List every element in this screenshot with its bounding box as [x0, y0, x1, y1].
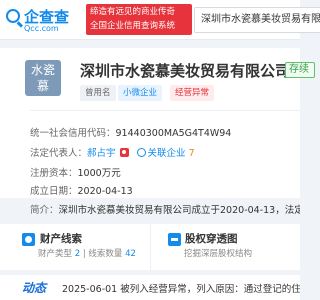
property-clues-title: 财产线索 — [40, 233, 82, 245]
tag-small-micro[interactable]: 小微企业 — [118, 85, 163, 101]
news-text[interactable]: 2025-06-01 被列入经营异常，列入原因：通过登记的住所或 — [62, 281, 300, 295]
intro-label: 简介： — [30, 205, 59, 216]
capital-row: 注册资本：1000万元 — [30, 165, 121, 179]
divider — [30, 110, 300, 111]
related-icon — [136, 148, 146, 157]
founded-value: 2020-04-13 — [77, 186, 133, 197]
credit-code-row: 统一社会信用代码：91440300MA5G4T4W94 — [30, 125, 231, 139]
site-logo[interactable]: 企查查 Qcc.com — [6, 7, 69, 35]
top-bar: 企查查 Qcc.com 缔造有远见的商业传奇 全国企业信用查询系统 深圳市水瓷慕… — [0, 0, 320, 40]
search-logo-icon — [6, 9, 20, 23]
person-icon — [119, 148, 129, 157]
company-name: 深圳市水瓷慕美妆贸易有限公司 — [80, 62, 291, 80]
section-divider — [150, 224, 151, 270]
related-companies-link[interactable]: 关联企业 7 — [136, 145, 195, 159]
related-label: 关联企业 — [147, 148, 186, 159]
credit-code-value: 91440300MA5G4T4W94 — [115, 128, 232, 139]
property-icon — [22, 233, 35, 246]
tag-former-name[interactable]: 曾用名 — [80, 85, 116, 101]
status-badge: 存续 — [285, 62, 315, 78]
logo-subtext: Qcc.com — [24, 24, 59, 33]
equity-chart-title: 股权穿透图 — [185, 233, 238, 245]
founded-label: 成立日期： — [30, 186, 78, 197]
tag-abnormal-operation[interactable]: 经营异常 — [170, 85, 215, 101]
related-count: 7 — [188, 148, 195, 159]
legal-rep-label: 法定代表人： — [30, 148, 88, 159]
capital-label: 注册资本： — [30, 168, 78, 179]
avatar-text-line-2: 慕 — [36, 79, 49, 93]
clue-count: 42 — [125, 249, 136, 259]
slogan-banner: 缔造有远见的商业传奇 全国企业信用查询系统 — [86, 4, 192, 35]
search-input[interactable]: 深圳市水瓷慕美妆贸易有限公司 — [194, 7, 320, 33]
avatar-text-line-1: 水瓷 — [30, 63, 55, 77]
equity-chart-icon — [168, 233, 181, 246]
legal-rep-row: 法定代表人：郝占宇 关联企业 7 — [30, 145, 195, 159]
legal-rep-link[interactable]: 郝占宇 — [87, 148, 116, 159]
slogan-line-2: 全国企业信用查询系统 — [90, 21, 176, 31]
clue-count-label: | 线索数量 — [80, 249, 126, 259]
intro-row: 简介：深圳市水瓷慕美妆贸易有限公司成立于2020-04-13，法定代 — [30, 202, 300, 216]
property-type-label: 财产类型 — [38, 249, 75, 259]
company-avatar: 水瓷 慕 — [25, 60, 61, 96]
credit-code-label: 统一社会信用代码： — [30, 128, 116, 139]
intro-value: 深圳市水瓷慕美妆贸易有限公司成立于2020-04-13，法定代 — [58, 205, 300, 216]
slogan-line-1: 缔造有远见的商业传奇 — [90, 7, 176, 17]
property-clues-subtitle: 财产类型 2 | 线索数量 42 — [38, 247, 136, 259]
equity-chart-subtitle: 挖掘深层股权结构 — [184, 249, 253, 259]
news-label: 动态 — [22, 281, 47, 295]
capital-value: 1000万元 — [77, 168, 121, 179]
founded-row: 成立日期：2020-04-13 — [30, 183, 133, 197]
